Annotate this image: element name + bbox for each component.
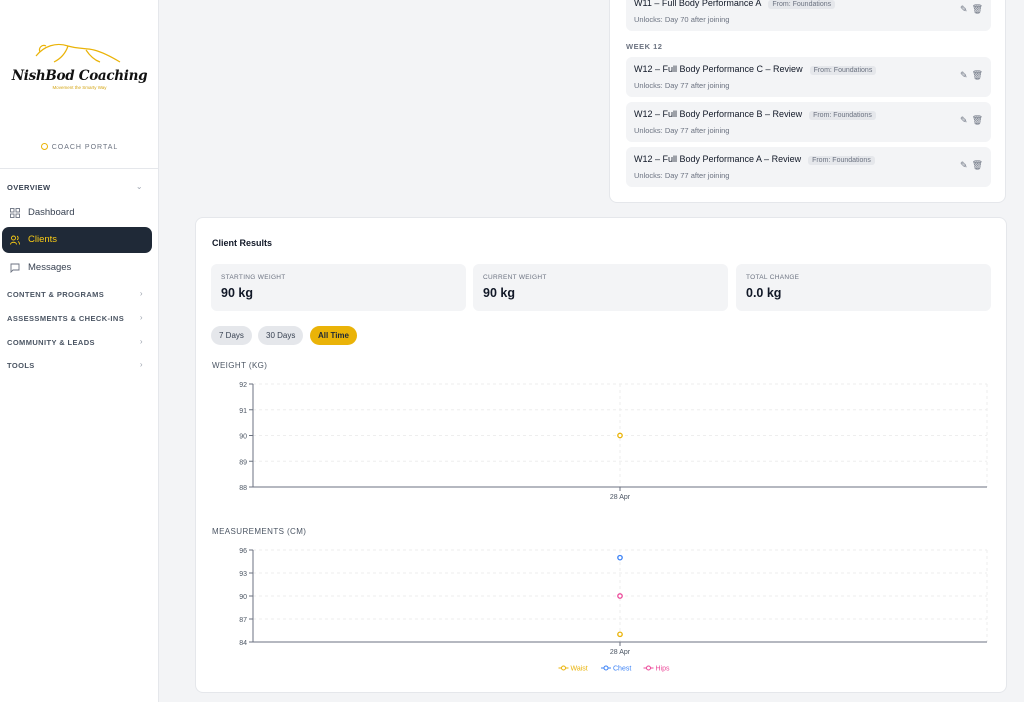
range-30-days-button[interactable]: 30 Days [258,326,304,345]
brand-tagline: Movement the Smarty Way [52,85,107,90]
sidebar-section-content[interactable]: CONTENT & PROGRAMS › [7,289,149,299]
chevron-right-icon: › [139,289,143,298]
legend-label: Hips [656,666,671,673]
program-item[interactable]: W12 – Full Body Performance C – Review Fr… [626,57,991,97]
grid-icon [10,208,20,218]
program-item[interactable]: W11 – Full Body Performance A From: Found… [626,0,991,31]
program-source-tag: From: Foundations [808,156,875,165]
data-point-waist[interactable] [617,631,623,638]
stat-starting-weight: STARTING WEIGHT 90 kg [211,264,466,311]
sidebar-item-messages[interactable]: Messages [2,255,152,281]
legend-item-hips[interactable]: Hips [643,665,671,673]
stat-total-change: TOTAL CHANGE 0.0 kg [736,264,991,311]
measurements-chart: 84 87 90 93 96 28 Apr Waist Chest Hips [239,548,988,673]
legend-marker [603,665,609,671]
stat-value: 90 kg [483,286,515,300]
chevron-right-icon: › [139,337,143,346]
y-tick-label: 96 [239,548,247,555]
program-unlock-text: Unlocks: Day 70 after joining [634,15,730,24]
brand-name: NishBod Coaching [11,68,148,84]
program-item[interactable]: W12 – Full Body Performance A – Review Fr… [626,147,991,187]
otter-logo-icon [35,43,121,63]
chevron-right-icon: › [139,360,143,369]
range-all-time-button[interactable]: All Time [310,326,357,345]
program-unlock-text: Unlocks: Day 77 after joining [634,171,730,180]
legend-marker [561,665,566,671]
data-point-hips[interactable] [617,593,623,599]
x-tick-label: 28 Apr [610,494,631,501]
program-source-tag: From: Foundations [809,66,877,75]
program-item[interactable]: W12 – Full Body Performance B – Review Fr… [626,102,991,142]
edit-icon[interactable]: ✎ [960,4,968,14]
client-results-card: Client Results STARTING WEIGHT 90 kg CUR… [195,217,1007,693]
week-label: WEEK 12 [626,42,663,51]
portal-dot-icon [40,143,48,150]
edit-icon[interactable]: ✎ [960,70,968,80]
trash-icon[interactable]: 🗑 [972,160,983,170]
y-tick-label: 88 [239,485,247,492]
client-results-title: Client Results [212,238,273,248]
sidebar-section-tools[interactable]: TOOLS › [7,360,149,370]
program-card: W11 – Full Body Performance A From: Found… [609,0,1006,203]
stat-value: 90 kg [221,286,253,300]
legend-marker [646,665,651,671]
program-unlock-text: Unlocks: Day 77 after joining [634,126,730,135]
program-item-title: W12 – Full Body Performance B – Review [634,109,803,119]
y-tick-label: 92 [239,382,247,389]
range-7-days-button[interactable]: 7 Days [211,326,252,345]
y-tick-label: 87 [239,617,247,624]
weight-chart-label: WEIGHT (KG) [212,361,268,370]
sidebar-section-overview[interactable]: OVERVIEW ⌄ [7,182,149,192]
sidebar-item-clients[interactable]: Clients [2,227,152,253]
stat-value: 0.0 kg [746,286,782,300]
program-item-title: W11 – Full Body Performance A [634,0,762,8]
measurements-chart-label: MEASUREMENTS (CM) [212,527,307,536]
program-source-tag: From: Foundations [809,111,876,120]
y-tick-label: 91 [239,408,247,415]
program-item-title: W12 – Full Body Performance A – Review [634,154,802,164]
trash-icon[interactable]: 🗑 [972,70,983,80]
legend-label: Waist [571,666,588,673]
chevron-down-icon: ⌄ [135,182,143,191]
y-tick-label: 84 [239,640,247,647]
program-item-title: W12 – Full Body Performance C – Review [634,64,803,74]
users-icon [10,235,20,245]
y-tick-label: 93 [239,571,247,578]
chevron-right-icon: › [139,313,143,322]
sidebar-section-assessments[interactable]: ASSESSMENTS & CHECK-INS › [7,313,149,323]
legend-item-waist[interactable]: Waist [558,665,588,673]
legend-item-chest[interactable]: Chest [601,665,631,673]
stat-label: TOTAL CHANGE [746,274,800,281]
weight-chart: 88 89 90 91 92 28 Apr [239,382,988,501]
message-icon [10,263,20,273]
brand-logo: NishBod Coaching Movement the Smarty Way [0,38,159,98]
program-unlock-text: Unlocks: Day 77 after joining [634,81,730,90]
x-tick-label: 28 Apr [610,649,631,656]
edit-icon[interactable]: ✎ [960,160,968,170]
portal-label: COACH PORTAL [0,143,159,151]
program-source-tag: From: Foundations [768,0,836,9]
stat-label: CURRENT WEIGHT [483,274,547,281]
sidebar: NishBod Coaching Movement the Smarty Way… [0,0,159,702]
stat-current-weight: CURRENT WEIGHT 90 kg [473,264,728,311]
sidebar-section-community[interactable]: COMMUNITY & LEADS › [7,337,149,347]
stat-label: STARTING WEIGHT [221,274,286,281]
data-point-series-0[interactable] [617,432,623,439]
y-tick-label: 89 [239,459,247,466]
legend-label: Chest [613,666,631,673]
trash-icon[interactable]: 🗑 [972,4,983,14]
data-point-chest[interactable] [617,554,623,561]
edit-icon[interactable]: ✎ [960,115,968,125]
sidebar-item-dashboard[interactable]: Dashboard [2,200,152,226]
y-tick-label: 90 [239,594,247,601]
y-tick-label: 90 [239,434,247,441]
trash-icon[interactable]: 🗑 [972,115,983,125]
sidebar-divider [0,168,159,169]
